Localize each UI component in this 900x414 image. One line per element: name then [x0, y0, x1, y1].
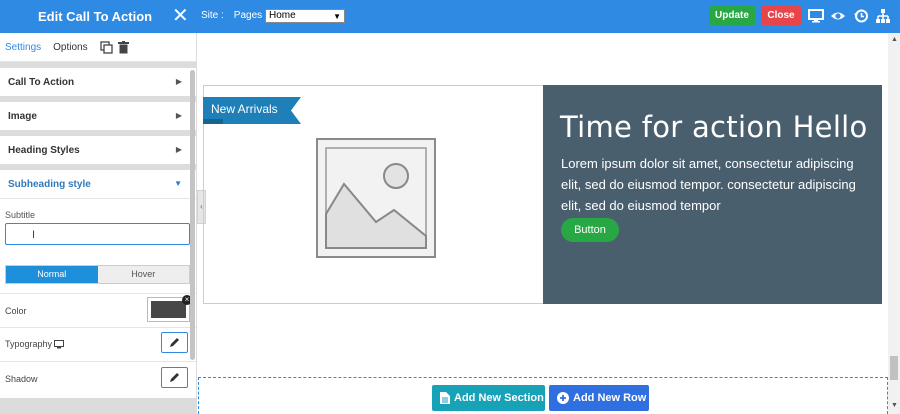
history-icon[interactable] — [853, 8, 869, 24]
scroll-up-icon[interactable]: ▲ — [891, 36, 898, 43]
pages-label: Pages : — [233, 10, 268, 21]
accordion-call-to-action[interactable]: Call To Action ▶ — [0, 68, 196, 96]
divider — [0, 398, 197, 414]
sitemap-icon[interactable] — [875, 8, 891, 24]
add-new-row-button[interactable]: Add New Row — [549, 385, 649, 411]
color-swatch[interactable]: × — [147, 295, 192, 322]
subtitle-label: Subtitle — [5, 210, 36, 220]
divider — [0, 293, 196, 294]
chevron-down-icon: ▼ — [174, 179, 182, 188]
close-button[interactable]: Close — [761, 6, 801, 25]
cta-body-text: Lorem ipsum dolor sit amet, consectetur … — [561, 156, 856, 213]
chevron-down-icon: ▼ — [333, 12, 341, 21]
trash-icon[interactable] — [117, 40, 129, 54]
cta-button[interactable]: Button — [561, 218, 619, 242]
site-selector: Site : Pages : — [201, 10, 268, 21]
pages-select-value: Home — [269, 10, 296, 21]
site-label: Site : — [201, 10, 224, 21]
canvas-scrollbar[interactable]: ▲ ▼ — [888, 33, 900, 414]
accordion-label: Heading Styles — [8, 144, 80, 156]
accordion-label: Subheading style — [8, 178, 91, 190]
desktop-icon — [54, 339, 65, 348]
add-new-section-label: Add New Section — [454, 392, 544, 404]
update-button[interactable]: Update — [709, 6, 755, 25]
panel-header: Edit Call To Action ✕ — [0, 0, 197, 33]
shadow-label: Shadow — [5, 374, 38, 384]
ribbon-badge — [203, 97, 301, 124]
tab-settings[interactable]: Settings — [5, 42, 41, 53]
scroll-down-icon[interactable]: ▼ — [891, 402, 898, 409]
add-new-section-button[interactable]: Add New Section — [432, 385, 545, 411]
divider — [0, 361, 196, 362]
typography-edit-button[interactable] — [161, 332, 188, 353]
pencil-icon — [170, 338, 179, 347]
accordion-image[interactable]: Image ▶ — [0, 102, 196, 130]
pencil-icon — [170, 373, 179, 382]
settings-sidebar: Settings Options Call To Action ▶ Image … — [0, 33, 197, 414]
panel-title: Edit Call To Action — [38, 9, 153, 24]
shadow-edit-button[interactable] — [161, 367, 188, 388]
sidebar-scrollbar[interactable] — [190, 70, 195, 360]
chevron-right-icon: ▶ — [175, 145, 182, 154]
desktop-icon[interactable] — [808, 8, 824, 24]
chevron-right-icon: ▶ — [175, 111, 182, 120]
add-new-row-label: Add New Row — [573, 392, 647, 404]
cta-heading: Time for action Hello — [560, 110, 868, 144]
file-icon — [440, 392, 450, 404]
text-cursor-icon: I — [32, 229, 36, 241]
sidebar-tabs: Settings Options — [0, 33, 196, 62]
pages-select[interactable]: Home ▼ — [265, 9, 345, 23]
typography-label: Typography — [5, 339, 53, 349]
accordion-subheading-style[interactable]: Subheading style ▼ — [0, 170, 196, 198]
typography-row: Typography — [5, 339, 65, 349]
state-toggle: Normal Hover — [5, 265, 190, 284]
eye-icon[interactable] — [830, 8, 846, 24]
close-icon[interactable]: ✕ — [172, 6, 189, 26]
divider — [0, 327, 196, 328]
hover-tab[interactable]: Hover — [97, 266, 189, 283]
normal-tab[interactable]: Normal — [6, 266, 98, 283]
accordion-label: Image — [8, 110, 37, 122]
accordion-heading-styles[interactable]: Heading Styles ▶ — [0, 136, 196, 164]
tab-options[interactable]: Options — [53, 42, 87, 53]
subtitle-input[interactable]: I — [5, 223, 190, 245]
chevron-right-icon: ▶ — [175, 77, 182, 86]
plus-circle-icon — [557, 392, 569, 404]
accordion-label: Call To Action — [8, 76, 75, 88]
scrollbar-thumb[interactable] — [890, 356, 898, 380]
copy-icon[interactable] — [99, 40, 113, 54]
color-swatch-fill — [151, 301, 186, 318]
color-label: Color — [5, 306, 27, 316]
image-placeholder-icon[interactable] — [314, 136, 438, 260]
